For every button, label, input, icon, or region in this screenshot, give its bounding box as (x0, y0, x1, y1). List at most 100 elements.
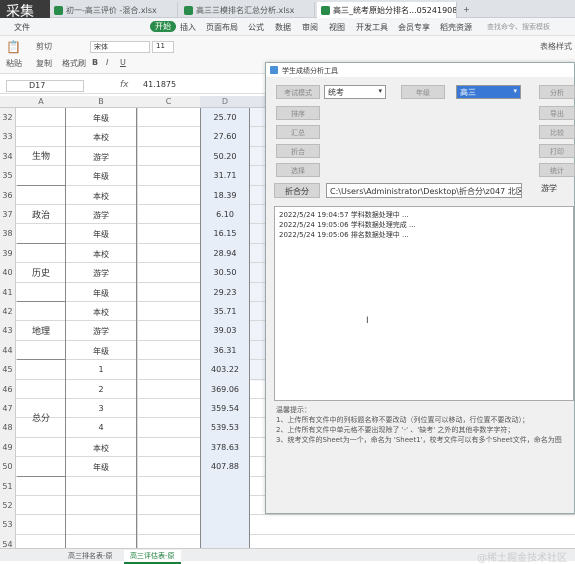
cell-d[interactable]: 403.22 (200, 360, 250, 380)
row-number[interactable]: 34 (0, 146, 16, 167)
menu-resources[interactable]: 稻壳资源 (440, 22, 472, 33)
font-select[interactable]: 宋体 (90, 41, 150, 53)
row-number[interactable]: 35 (0, 166, 16, 186)
export-button[interactable]: 导出 (539, 106, 575, 120)
print-button[interactable]: 打印 (539, 144, 575, 158)
statistics-button[interactable]: 统计 (539, 163, 575, 177)
menu-insert[interactable]: 插入 (180, 22, 196, 33)
path-input[interactable]: C:\Users\Administrator\Desktop\折合分\z047 … (326, 183, 522, 198)
analyze-button[interactable]: 分析 (539, 85, 575, 99)
cell-b[interactable]: 年级 (65, 166, 137, 186)
row-number[interactable]: 53 (0, 515, 16, 535)
row-number[interactable]: 36 (0, 185, 16, 205)
subject-cell-politics[interactable]: 政治 (17, 186, 65, 244)
row-number[interactable]: 33 (0, 127, 16, 147)
cell-d[interactable]: 359.54 (200, 399, 250, 419)
row-number[interactable]: 51 (0, 476, 16, 496)
cell-d[interactable]: 35.71 (200, 302, 250, 322)
cell-d[interactable]: 27.60 (200, 127, 250, 147)
cell-b[interactable]: 游学 (65, 205, 137, 225)
menu-dev-tools[interactable]: 开发工具 (356, 22, 388, 33)
row-number[interactable]: 43 (0, 321, 16, 341)
converted-score-button[interactable]: 折合分 (274, 183, 320, 198)
compare-button[interactable]: 比较 (539, 125, 575, 139)
row-number[interactable]: 46 (0, 379, 16, 399)
cell-d[interactable] (200, 476, 250, 496)
row-number[interactable]: 42 (0, 302, 16, 322)
cell-b[interactable]: 本校 (65, 127, 137, 147)
paste-button[interactable]: 粘贴 (6, 58, 22, 69)
cell-b[interactable]: 1 (65, 360, 137, 380)
log-output[interactable]: 2022/5/24 19:04:57 学科数据处理中 ... 2022/5/24… (274, 206, 574, 401)
grade-button[interactable]: 年级 (401, 85, 445, 99)
cell-b[interactable]: 年级 (65, 108, 137, 128)
cell-d[interactable]: 16.15 (200, 224, 250, 244)
cell-b[interactable]: 游学 (65, 146, 137, 167)
cell-d[interactable]: 50.20 (200, 146, 250, 167)
summary-button[interactable]: 汇总 (276, 125, 320, 139)
cell-d[interactable]: 36.31 (200, 340, 250, 361)
cell-b[interactable]: 4 (65, 418, 137, 438)
fx-icon[interactable]: fx (120, 80, 129, 90)
cell-b[interactable] (65, 496, 137, 516)
convert-button[interactable]: 折合 (276, 144, 320, 158)
column-header-b[interactable]: B (65, 97, 137, 106)
cell-b[interactable]: 游学 (65, 321, 137, 341)
grade-select[interactable]: 高三 ▾ (456, 85, 521, 99)
bold-button[interactable]: B (92, 58, 98, 67)
copy-button[interactable]: 复制 (36, 58, 52, 69)
italic-button[interactable]: I (106, 58, 108, 67)
cell-d[interactable]: 369.06 (200, 379, 250, 399)
cell-b[interactable]: 游学 (65, 263, 137, 283)
column-header-a[interactable]: A (17, 97, 65, 106)
cell-b[interactable]: 本校 (65, 243, 137, 264)
cell-d[interactable]: 6.10 (200, 205, 250, 225)
cell-d[interactable]: 378.63 (200, 437, 250, 458)
menu-view[interactable]: 视图 (329, 22, 345, 33)
command-search[interactable]: 查找命令、搜索模板 (487, 22, 550, 32)
cell-d[interactable]: 28.94 (200, 243, 250, 264)
cell-d[interactable]: 31.71 (200, 166, 250, 186)
cell-d[interactable]: 25.70 (200, 108, 250, 128)
row-number[interactable]: 50 (0, 457, 16, 477)
exam-type-select[interactable]: 统考 ▾ (324, 85, 386, 99)
row-number[interactable]: 47 (0, 399, 16, 419)
cell-d[interactable]: 407.88 (200, 457, 250, 477)
cell-b[interactable]: 本校 (65, 302, 137, 322)
select-button[interactable]: 选择 (276, 163, 320, 177)
row-number[interactable]: 41 (0, 282, 16, 302)
row-number[interactable]: 39 (0, 243, 16, 264)
font-size-select[interactable]: 11 (152, 41, 174, 53)
row-number[interactable]: 52 (0, 496, 16, 516)
menu-formula[interactable]: 公式 (248, 22, 264, 33)
row-number[interactable]: 49 (0, 437, 16, 458)
cell-b[interactable] (65, 476, 137, 496)
cell-b[interactable]: 年级 (65, 282, 137, 302)
subject-cell-history[interactable]: 历史 (17, 244, 65, 302)
row-number[interactable]: 45 (0, 360, 16, 380)
subject-cell-biology[interactable]: 生物 (17, 127, 65, 186)
exam-mode-button[interactable]: 考试模式 (276, 85, 320, 99)
formula-value[interactable]: 41.1875 (143, 80, 176, 89)
cut-button[interactable]: 剪切 (36, 41, 52, 52)
menu-file[interactable]: 文件 (14, 22, 30, 33)
table-style-button[interactable]: 表格样式 (540, 41, 572, 52)
cell-d[interactable]: 539.53 (200, 418, 250, 438)
column-header-c[interactable]: C (137, 97, 200, 106)
cell-d[interactable]: 30.50 (200, 263, 250, 283)
cell-name-box[interactable]: D17 (6, 80, 84, 92)
row-number[interactable]: 37 (0, 205, 16, 225)
menu-data[interactable]: 数据 (275, 22, 291, 33)
file-tab-1[interactable]: 初一-高三评价 -混合.xlsx (50, 2, 178, 18)
sheet-tab-1[interactable]: 高三排名表-原 (62, 550, 119, 562)
cell-b[interactable] (65, 515, 137, 535)
subject-cell-geography[interactable]: 地理 (17, 302, 65, 361)
sheet-tab-2[interactable]: 高三评估表-原 (124, 550, 181, 564)
cell-b[interactable]: 本校 (65, 437, 137, 458)
cell-d[interactable]: 18.39 (200, 185, 250, 205)
cell-b[interactable]: 本校 (65, 185, 137, 205)
row-number[interactable]: 32 (0, 108, 16, 128)
cell-b[interactable]: 3 (65, 399, 137, 419)
file-tab-3[interactable]: 高三_统考原始分排名...0524190836.xlsx (317, 2, 457, 18)
paste-icon[interactable]: 📋 (6, 40, 21, 54)
